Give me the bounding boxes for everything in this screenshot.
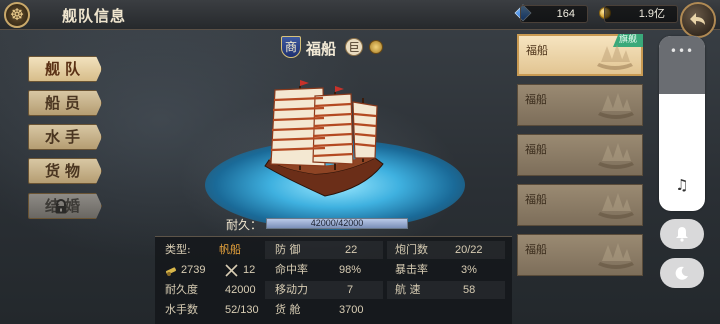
stat-durability-label: 耐久度 [165,283,198,296]
ship-silhouette-icon [598,193,634,219]
ship-silhouette-icon [598,243,634,269]
menu-cargo-label: 货物 [44,162,85,180]
menu-crew-button[interactable]: 船员 [28,90,102,116]
stat-cannons-value: 20/22 [455,244,483,256]
crossed-swords-icon [225,264,238,277]
ship-wheel-icon[interactable]: ☸ [4,2,30,28]
stat-crit-value: 3% [461,264,477,276]
menu-sailors-button[interactable]: 水手 [28,124,102,150]
fleet-slot-label: 福船 [525,143,547,156]
stat-cannons-label: 炮门数 [395,243,428,256]
back-arrow-icon [690,13,705,25]
fleet-slot-label: 福船 [526,44,548,57]
lock-icon [55,199,67,214]
gem-count: 164 [520,5,588,23]
ship-silhouette-icon [597,44,633,70]
menu-cargo-button[interactable]: 货物 [28,158,102,184]
stat-defense-value: 22 [345,244,358,256]
cannon-cost-icon [165,267,177,276]
ship-stats-panel: 类型: 帆船 2739 12 耐久度 42000 水手数 52/130 防 御 … [155,236,512,324]
fleet-slot-label: 福船 [525,93,547,106]
stat-cargo-label: 货 舱 [275,303,301,316]
ship-silhouette-icon [598,93,634,119]
fleet-slot-5[interactable]: 福船 [517,234,643,276]
side-panel-header: ••• [659,36,705,94]
ship-silhouette-icon [598,143,634,169]
fleet-slot-1[interactable]: 福船 旗舰 [517,34,643,76]
menu-fleet-label: 舰队 [44,60,85,78]
floating-side-panel[interactable]: ••• ♫ [659,36,705,211]
stat-mobility-value: 7 [347,284,354,296]
menu-marriage-button[interactable]: 结婚 [28,193,102,219]
ship-type-badge: 商 [281,36,301,58]
night-mode-button[interactable] [660,258,704,288]
notification-button[interactable] [660,219,704,249]
moon-icon [675,266,688,280]
fleet-slot-label: 福船 [525,243,547,256]
music-note-icon[interactable]: ♫ [659,176,705,194]
back-button[interactable] [680,2,716,38]
menu-crew-label: 船员 [44,94,85,112]
ship-model[interactable] [255,78,395,208]
stat-defense-label: 防 御 [275,243,301,256]
stat-crit-label: 暴击率 [395,263,428,276]
page-title: 舰队信息 [62,7,127,25]
stat-sailors-value: 52/130 [225,304,259,316]
stat-cost-value: 2739 [181,264,206,276]
ship-name: 福船 [306,40,337,58]
fleet-slot-2[interactable]: 福船 [517,84,643,126]
menu-fleet-button[interactable]: 舰队 [28,56,102,82]
stat-speed-value: 58 [463,284,476,296]
stat-type-value: 帆船 [219,243,241,256]
stat-durability-value: 42000 [225,284,256,296]
stat-attack-value: 12 [243,264,256,276]
gold-count: 1.9亿 [604,5,678,23]
stat-cargo-value: 3700 [339,304,364,316]
ship-info-icon[interactable] [369,40,383,54]
stat-accuracy-label: 命中率 [275,263,308,276]
durability-label: 耐久： [226,218,263,232]
stat-type-label: 类型: [165,243,191,256]
fleet-slot-3[interactable]: 福船 [517,134,643,176]
ship-tier-badge: 巨 [345,38,363,56]
bell-icon [676,227,688,242]
fleet-slot-4[interactable]: 福船 [517,184,643,226]
stat-sailors-label: 水手数 [165,303,198,316]
fleet-slot-label: 福船 [525,193,547,206]
menu-sailors-label: 水手 [44,128,85,146]
stat-speed-label: 航 速 [395,283,421,296]
more-dots-icon[interactable]: ••• [659,44,705,58]
durability-text: 42000/42000 [310,218,364,228]
stat-mobility-label: 移动力 [275,283,308,296]
stat-accuracy-value: 98% [339,264,362,276]
durability-bar: 42000/42000 [266,218,408,229]
